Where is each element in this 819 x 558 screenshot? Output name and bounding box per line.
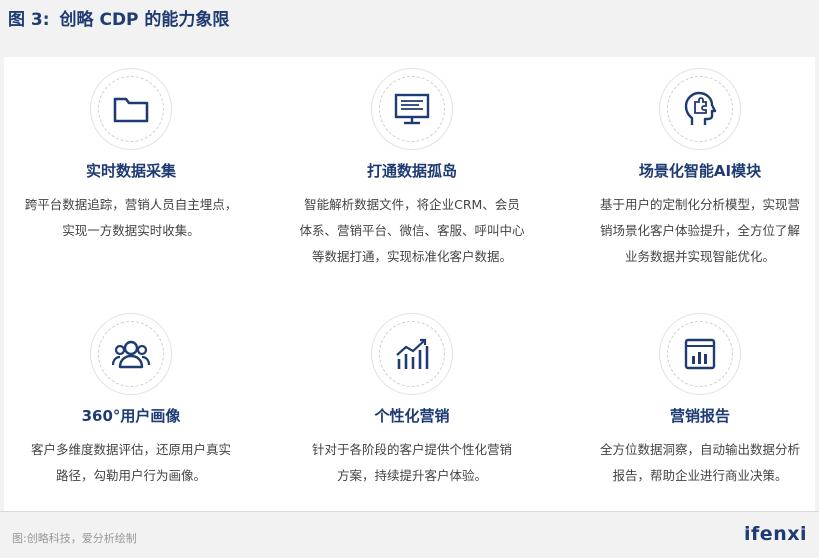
card-title: 实时数据采集: [85, 162, 176, 180]
report-icon: [684, 338, 716, 370]
desc-line: 路径，勾勒用户行为画像。: [55, 468, 206, 483]
card-title: 360°用户画像: [81, 407, 181, 425]
icon-ring: [659, 68, 741, 150]
folder-icon: [113, 97, 149, 123]
head-puzzle-icon: [684, 91, 717, 125]
desc-line: 业务数据并实现智能优化。: [624, 249, 775, 264]
desc-line: 实现一方数据实时收集。: [62, 223, 200, 238]
desc-line: 体系、营销平台、微信、客服、呼叫中心: [299, 223, 525, 238]
card-description: 基于用户的定制化分析模型，实现营 销场景化客户体验提升，全方位了解 业务数据并实…: [565, 192, 819, 270]
icon-ring: [371, 68, 453, 150]
icon-ring: [371, 313, 453, 395]
figure-label: 图 3:: [8, 10, 50, 30]
desc-line: 方案，持续提升客户体验。: [336, 468, 487, 483]
figure-title-text: 创略 CDP 的能力象限: [59, 10, 230, 30]
card-description: 智能解析数据文件，将企业CRM、会员 体系、营销平台、微信、客服、呼叫中心 等数…: [277, 192, 547, 270]
desc-line: 等数据打通，实现标准化客户数据。: [311, 249, 512, 264]
desc-line: 基于用户的定制化分析模型，实现营: [599, 197, 800, 212]
desc-line: 全方位数据洞察，自动输出数据分析: [599, 442, 800, 457]
card-description: 客户多维度数据评估，还原用户真实 路径，勾勒用户行为画像。: [0, 437, 266, 489]
card-title: 场景化智能AI模块: [638, 162, 762, 180]
desc-line: 针对于各阶段的客户提供个性化营销: [311, 442, 512, 457]
users-icon: [111, 340, 151, 369]
icon-ring: [90, 313, 172, 395]
card-description: 跨平台数据追踪，营销人员自主埋点， 实现一方数据实时收集。: [0, 192, 266, 244]
card-title: 个性化营销: [374, 407, 450, 425]
monitor-icon: [394, 93, 430, 125]
card-description: 针对于各阶段的客户提供个性化营销 方案，持续提升客户体验。: [277, 437, 547, 489]
card-title: 营销报告: [669, 407, 730, 425]
desc-line: 跨平台数据追踪，营销人员自主埋点，: [24, 197, 238, 212]
source-note: 图:创略科技，爱分析绘制: [12, 532, 137, 545]
card-title: 打通数据孤岛: [366, 162, 457, 180]
card-description: 全方位数据洞察，自动输出数据分析 报告，帮助企业进行商业决策。: [565, 437, 819, 489]
ifenxi-logo: ifenxi: [744, 523, 807, 545]
desc-line: 智能解析数据文件，将企业CRM、会员: [304, 197, 520, 212]
icon-ring: [659, 313, 741, 395]
figure-title: 图 3: 创略 CDP 的能力象限: [8, 5, 229, 30]
icon-ring: [90, 68, 172, 150]
footer: 图:创略科技，爱分析绘制 ifenxi: [0, 511, 819, 558]
growth-chart-icon: [396, 338, 429, 369]
desc-line: 销场景化客户体验提升，全方位了解: [599, 223, 800, 238]
desc-line: 报告，帮助企业进行商业决策。: [612, 468, 788, 483]
capability-panel: 实时数据采集 跨平台数据追踪，营销人员自主埋点， 实现一方数据实时收集。 打通数…: [4, 57, 815, 511]
desc-line: 客户多维度数据评估，还原用户真实: [30, 442, 231, 457]
